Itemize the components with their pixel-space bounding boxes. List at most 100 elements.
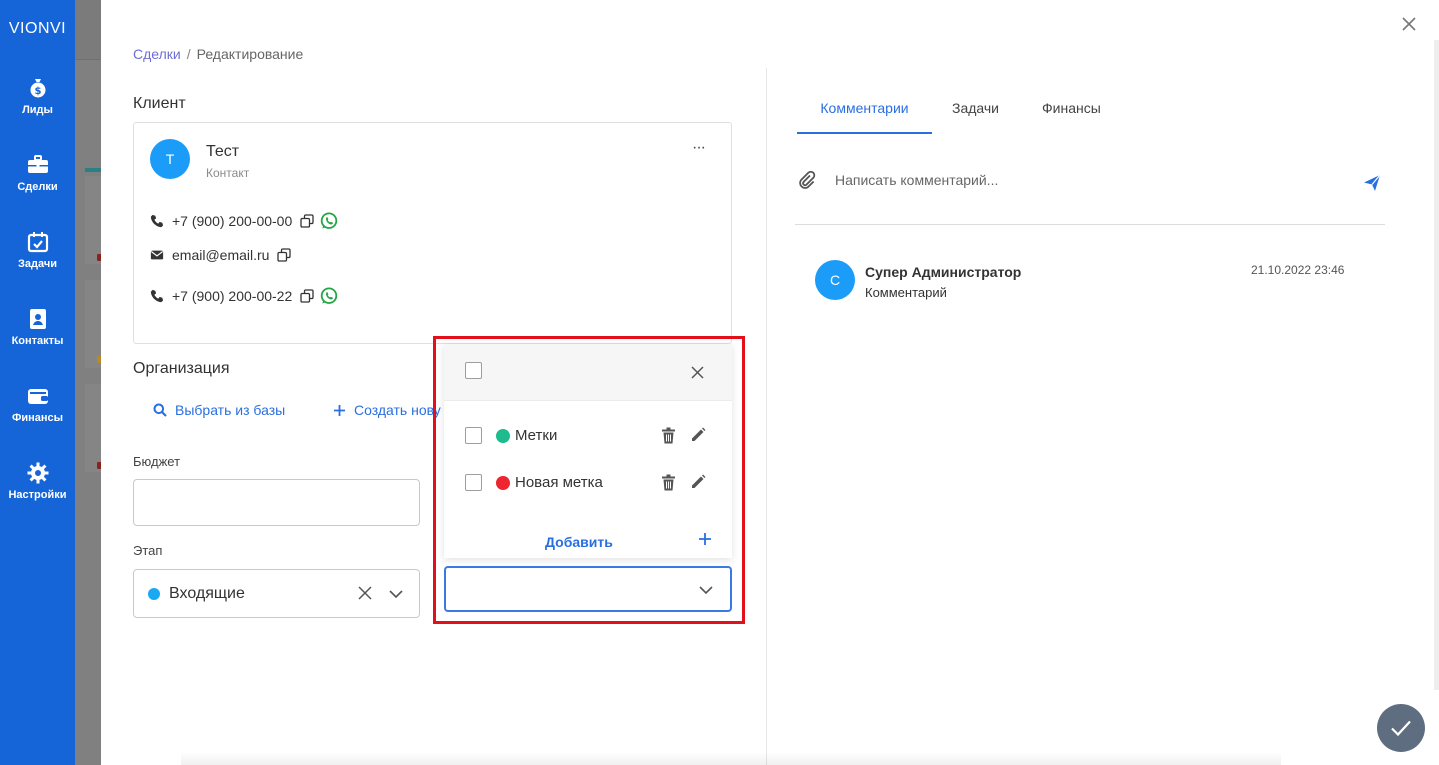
tab-comments[interactable]: Комментарии [797,100,932,134]
stage-select[interactable]: Входящие [133,569,420,618]
tab-finance[interactable]: Финансы [1042,100,1101,134]
background-accent-bar [85,168,101,172]
organization-section-title: Организация [133,360,230,377]
tag-color-dot [496,476,510,490]
create-organization-button[interactable]: Создать нову [333,402,443,418]
sidebar-item-label: Задачи [18,258,57,270]
phone-number[interactable]: +7 (900) 200-00-00 [172,213,292,229]
paperclip-icon[interactable] [797,170,817,190]
comment-text: Комментарий [865,285,947,300]
phone-icon [150,214,164,228]
background-card [85,280,101,368]
plus-icon [334,404,345,416]
dollar-bag-icon: $ [30,79,45,98]
phone-line: +7 (900) 200-00-00 [150,212,338,230]
pencil-icon[interactable] [690,474,706,490]
save-button[interactable] [1377,704,1425,752]
column-divider [766,68,767,765]
deal-edit-modal: Сделки / Редактирование Клиент Т Тест Конт… [101,0,1439,765]
sidebar-item-label: Финансы [11,412,64,424]
search-icon [153,403,167,417]
trash-icon[interactable] [661,427,676,444]
whatsapp-icon[interactable] [320,212,338,230]
client-section-title: Клиент [133,95,186,112]
sidebar-item-settings[interactable]: Настройки [0,461,75,501]
sidebar-item-contacts[interactable]: Контакты [0,307,75,347]
background-card [85,176,101,264]
tag-checkbox[interactable] [465,474,482,491]
footer-shadow [181,752,1281,765]
sidebar-item-label: Лиды [22,104,53,116]
background-card [85,384,101,472]
avatar: Т [150,139,190,179]
budget-label: Бюджет [133,454,181,469]
tag-item[interactable]: Метки [444,416,732,456]
background-header [75,0,101,60]
gear-icon [27,462,48,484]
email-line: email@email.ru [150,247,292,263]
phone-number[interactable]: +7 (900) 200-00-22 [172,288,292,304]
tag-checkbox[interactable] [465,427,482,444]
sidebar-item-leads[interactable]: $ Лиды [0,76,75,116]
clear-icon[interactable] [358,586,372,600]
calendar-check-icon [27,232,48,253]
sidebar-item-label: Контакты [11,335,64,347]
avatar: С [815,260,855,300]
briefcase-icon [27,155,48,173]
breadcrumb: Сделки / Редактирование [133,46,303,62]
tags-select[interactable] [444,566,732,612]
sidebar-item-label: Настройки [8,489,67,501]
tag-name: Новая метка [515,474,603,491]
breadcrumb-separator: / [186,46,191,62]
contact-book-icon [29,309,46,329]
trash-icon[interactable] [661,474,676,491]
copy-icon[interactable] [300,289,314,303]
sidebar-item-finance[interactable]: Финансы [0,384,75,424]
wallet-icon [27,389,48,404]
tab-tasks[interactable]: Задачи [952,100,999,134]
client-name[interactable]: Тест [206,143,239,161]
pick-from-database-button[interactable]: Выбрать из базы [153,402,285,418]
check-icon [1391,720,1411,737]
chevron-down-icon [699,586,713,595]
plus-icon[interactable] [698,532,712,546]
comment-composer [795,160,1385,225]
pencil-icon[interactable] [690,427,706,443]
copy-icon[interactable] [300,214,314,228]
sidebar: VIONVI $ Лиды Сделки Задачи Контакты Фин… [0,0,75,765]
breadcrumb-link-deals[interactable]: Сделки [133,46,181,62]
more-options-icon[interactable]: ··· [692,139,706,157]
whatsapp-icon[interactable] [320,287,338,305]
add-tag-button[interactable]: Добавить [545,534,613,550]
tag-color-dot [496,429,510,443]
brand-logo[interactable]: VIONVI [0,20,75,38]
breadcrumb-current: Редактирование [196,46,304,62]
tag-name: Метки [515,427,558,444]
phone-icon [150,289,164,303]
chevron-down-icon[interactable] [388,586,404,602]
close-icon[interactable] [1401,16,1417,32]
tag-item[interactable]: Новая метка [444,463,732,503]
sidebar-item-label: Сделки [17,181,58,193]
svg-text:$: $ [34,86,41,97]
pick-from-database-label: Выбрать из базы [175,402,286,418]
stage-color-dot [148,588,160,600]
budget-input[interactable] [133,479,420,526]
comment-input[interactable] [835,172,1335,188]
client-card: Т Тест Контакт ··· +7 (900) 200-00-00 em… [133,122,732,344]
sidebar-item-deals[interactable]: Сделки [0,153,75,193]
send-icon[interactable] [1363,174,1381,192]
envelope-icon [150,250,164,260]
close-icon[interactable] [691,366,704,379]
comment-author: Супер Администратор [865,264,1022,280]
select-all-checkbox[interactable] [465,362,482,379]
phone-line: +7 (900) 200-00-22 [150,287,338,305]
tags-dropdown-panel: Метки Новая метка Добавить [444,344,732,558]
create-organization-label: Создать нову [354,402,441,418]
scrollbar[interactable] [1434,40,1439,690]
email-address[interactable]: email@email.ru [172,247,269,263]
stage-value: Входящие [169,585,245,602]
sidebar-item-tasks[interactable]: Задачи [0,230,75,270]
tags-panel-header [444,344,732,401]
copy-icon[interactable] [277,248,292,262]
